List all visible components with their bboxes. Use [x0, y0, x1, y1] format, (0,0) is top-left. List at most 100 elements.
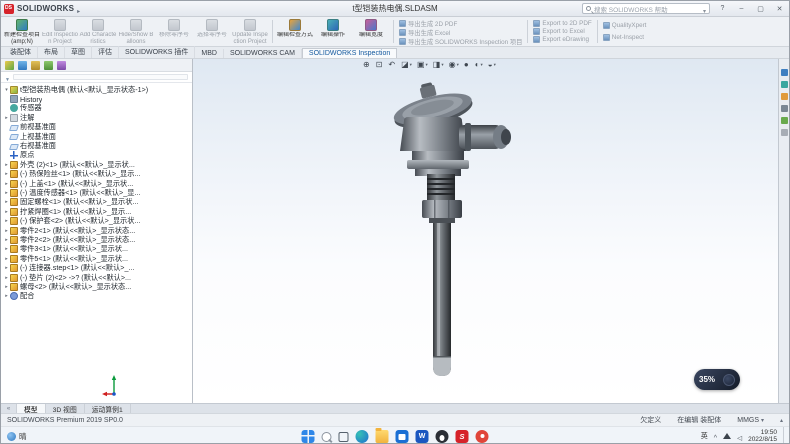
- feature-tree-item[interactable]: 上视基准面: [3, 132, 192, 141]
- feature-tree-item[interactable]: ▸ (-) 垫片 (2)<2> ->? (默认<<默认>...: [3, 273, 192, 282]
- export-inspection-project-cn-item[interactable]: 导出生成 SOLIDWORKS Inspection 项目: [399, 37, 522, 46]
- propertymanager-tab-icon[interactable]: [18, 61, 27, 70]
- units-selector[interactable]: MMGS: [737, 417, 764, 424]
- edit-operation-button[interactable]: 编辑操作: [314, 18, 352, 45]
- expand-arrow-icon[interactable]: ▸: [3, 209, 10, 215]
- dimxpert-tab-icon[interactable]: [44, 61, 53, 70]
- export-excel-cn-item[interactable]: 导出生成 Excel: [399, 28, 522, 37]
- tab-evaluate[interactable]: 评估: [92, 46, 119, 58]
- tab-layout[interactable]: 布局: [38, 46, 65, 58]
- export-2d-pdf-item[interactable]: Export to 2D PDF: [533, 20, 591, 27]
- help-search-box[interactable]: 搜索 SOLIDWORKS 帮助: [582, 3, 710, 14]
- expand-arrow-icon[interactable]: ▸: [3, 228, 10, 234]
- start-button[interactable]: [302, 430, 315, 443]
- feature-tree-item[interactable]: 右视基准面: [3, 141, 192, 150]
- view-settings-icon[interactable]: ◒ ▾: [488, 60, 496, 69]
- tab-3d-views[interactable]: 3D 视图: [46, 404, 85, 413]
- volume-icon[interactable]: [737, 427, 742, 444]
- feature-tree-root[interactable]: t型铠装热电偶 (默认<默认_显示状态-1>): [3, 85, 192, 94]
- zoom-area-icon[interactable]: ⊡: [376, 60, 384, 69]
- feature-tree-item[interactable]: ▸ (-) 上盖<1> (默认<<默认>_显示状...: [3, 179, 192, 188]
- expand-arrow-icon[interactable]: ▸: [3, 162, 10, 168]
- tab-motion-study-1[interactable]: 运动算例1: [85, 404, 131, 413]
- qualityxpert-item[interactable]: QualityXpert: [603, 22, 647, 29]
- quick-access-expand-icon[interactable]: [77, 0, 80, 18]
- export-2d-pdf-cn-item[interactable]: 导出生成 2D PDF: [399, 19, 522, 28]
- feature-tree-item[interactable]: ▸ 注解: [3, 113, 192, 122]
- feature-tree-item[interactable]: 前视基准面: [3, 123, 192, 132]
- previous-view-icon[interactable]: ↶: [388, 60, 396, 69]
- feature-tree-item[interactable]: ▸ 固定螺栓<1> (默认<<默认>_显示状...: [3, 198, 192, 207]
- solidworks-taskbar-icon[interactable]: [456, 430, 469, 443]
- status-expand-icon[interactable]: [780, 417, 783, 424]
- update-inspection-project-button[interactable]: Update Inspection Project: [231, 18, 269, 45]
- tab-sketch[interactable]: 草图: [65, 46, 92, 58]
- apply-scene-icon[interactable]: ◐ ▾: [475, 60, 483, 69]
- view-palette-icon[interactable]: [781, 105, 788, 112]
- weather-widget[interactable]: 晴: [7, 427, 27, 444]
- feature-tree-item[interactable]: ▸ 外壳 (2)<1> (默认<<默认>_显示状...: [3, 160, 192, 169]
- expand-arrow-icon[interactable]: ▸: [3, 246, 10, 252]
- remove-balloon-button[interactable]: 移除零序号: [155, 18, 193, 45]
- feature-tree-item[interactable]: History: [3, 94, 192, 103]
- tab-cam[interactable]: SOLIDWORKS CAM: [224, 49, 302, 58]
- hidden-icons-chevron[interactable]: [714, 427, 717, 444]
- store-icon[interactable]: [396, 430, 409, 443]
- export-excel-item[interactable]: Export to Excel: [533, 28, 591, 35]
- qq-icon[interactable]: [436, 430, 449, 443]
- thermocouple-3d-model[interactable]: [193, 59, 778, 403]
- expand-arrow-icon[interactable]: ▸: [3, 171, 10, 177]
- section-view-icon[interactable]: ◪ ▾: [401, 60, 412, 69]
- select-balloon-button[interactable]: 选择零序号: [193, 18, 231, 45]
- minimize-button[interactable]: [735, 3, 748, 15]
- edit-appearance-icon[interactable]: ●: [464, 60, 470, 69]
- edit-inspection-method-button[interactable]: 编辑检查方式: [276, 18, 314, 45]
- feature-tree-item[interactable]: ▸ (-) 温度传感器<1> (默认<<默认>_显...: [3, 188, 192, 197]
- net-inspect-item[interactable]: Net-Inspect: [603, 34, 647, 41]
- expand-arrow-icon[interactable]: ▸: [3, 293, 10, 299]
- appearances-icon[interactable]: [781, 117, 788, 124]
- feature-tree-item[interactable]: ▸ 螺母<2> (默认<<默认>_显示状态...: [3, 282, 192, 291]
- view-orientation-icon[interactable]: ▣ ▾: [417, 60, 428, 69]
- search-button[interactable]: [322, 432, 332, 442]
- sw-resources-icon[interactable]: [781, 69, 788, 76]
- export-edrawing-item[interactable]: Export eDrawing: [533, 36, 591, 43]
- filter-input[interactable]: [13, 74, 188, 80]
- expand-arrow-icon[interactable]: ▸: [3, 237, 10, 243]
- task-view-button[interactable]: [339, 432, 349, 442]
- clock[interactable]: 19:50 2022/8/15: [748, 429, 777, 444]
- tab-model[interactable]: 模型: [17, 404, 46, 413]
- graphics-viewport[interactable]: ⊕ ⊡ ↶ ◪ ▾: [193, 59, 778, 403]
- expand-arrow-icon[interactable]: ▸: [3, 115, 10, 121]
- display-style-icon[interactable]: ◨ ▾: [433, 60, 444, 69]
- expand-arrow-icon[interactable]: ▸: [3, 256, 10, 262]
- tab-assembly[interactable]: 装配体: [4, 46, 38, 58]
- tab-scroll-left-icon[interactable]: [1, 404, 17, 413]
- hide-show-items-icon[interactable]: ◉ ▾: [449, 60, 459, 69]
- word-icon[interactable]: [416, 430, 429, 443]
- feature-tree-item[interactable]: ▸ 配合: [3, 292, 192, 301]
- feature-tree-item[interactable]: ▸ 零件2<2> (默认<<默认>_显示状态...: [3, 235, 192, 244]
- feature-tree-item[interactable]: ▸ 拧紧焊圈<1> (默认<<默认>_显示...: [3, 207, 192, 216]
- feature-tree-item[interactable]: ▸ 零件3<1> (默认<<默认>_显示状...: [3, 245, 192, 254]
- help-button[interactable]: [716, 3, 729, 15]
- zoom-fit-icon[interactable]: ⊕: [363, 60, 371, 69]
- displaymanager-tab-icon[interactable]: [57, 61, 66, 70]
- feature-tree-item[interactable]: 传感器: [3, 104, 192, 113]
- custom-properties-icon[interactable]: [781, 129, 788, 136]
- expand-arrow-icon[interactable]: ▸: [3, 181, 10, 187]
- recorder-icon[interactable]: [476, 430, 489, 443]
- feature-tree-item[interactable]: ▸ (-) 连接器.step<1> (默认<<默认>_...: [3, 263, 192, 272]
- configurationmanager-tab-icon[interactable]: [31, 61, 40, 70]
- show-desktop-button[interactable]: [783, 427, 786, 444]
- network-icon[interactable]: [723, 433, 731, 439]
- expand-arrow-icon[interactable]: [3, 87, 10, 93]
- feature-tree-item[interactable]: ▸ 零件2<1> (默认<<默认>_显示状态...: [3, 226, 192, 235]
- expand-arrow-icon[interactable]: ▸: [3, 218, 10, 224]
- hide-show-balloons-button[interactable]: Hide/Show Balloons: [117, 18, 155, 45]
- feature-tree-item[interactable]: ▸ 零件5<1> (默认<<默认>_显示状...: [3, 254, 192, 263]
- tab-mbd[interactable]: MBD: [195, 49, 224, 58]
- feature-tree-item[interactable]: ▸ (-) 保护套<2> (默认<<默认>_显示状...: [3, 216, 192, 225]
- maximize-button[interactable]: [754, 3, 767, 15]
- tab-addins[interactable]: SOLIDWORKS 插件: [119, 46, 195, 58]
